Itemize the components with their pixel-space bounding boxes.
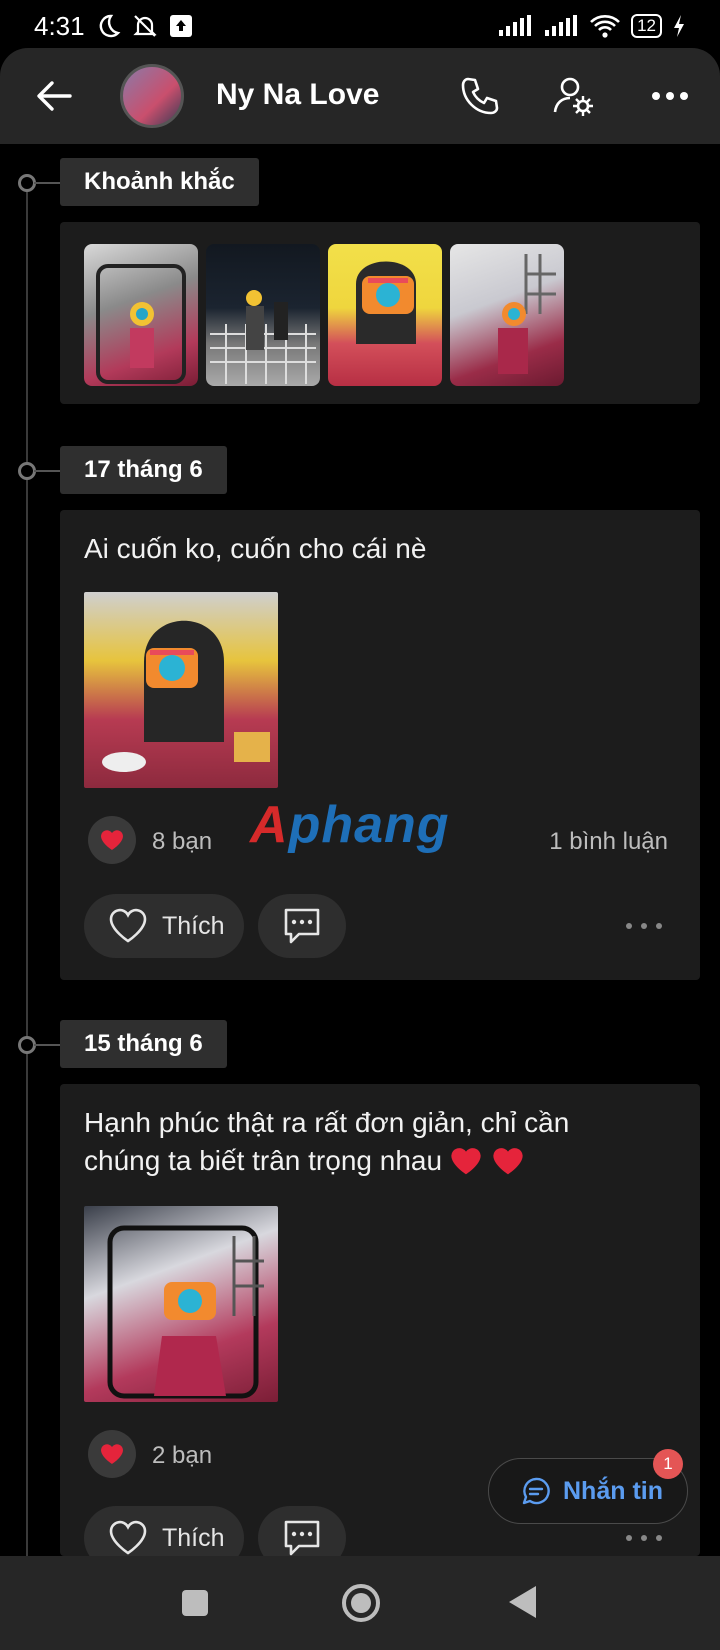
post-text: Ai cuốn ko, cuốn cho cái nè: [84, 533, 427, 564]
battery-indicator: 12: [631, 14, 662, 38]
reaction-count[interactable]: 8 bạn: [152, 828, 212, 856]
heart-icon: [493, 1148, 523, 1175]
upload-icon: [169, 15, 192, 37]
page-title: Ny Na Love: [216, 78, 380, 111]
more-icon[interactable]: [624, 921, 664, 931]
moment-thumbnail[interactable]: [84, 244, 198, 386]
like-button[interactable]: Thích: [84, 894, 244, 958]
timeline-connector: [34, 1044, 60, 1046]
signal-icon: [545, 15, 578, 36]
wifi-icon: [590, 15, 620, 38]
avatar[interactable]: [120, 64, 184, 128]
more-icon[interactable]: [648, 74, 692, 118]
moment-image: [498, 254, 556, 374]
post-image: [102, 620, 270, 772]
profile-settings-icon[interactable]: [552, 74, 596, 118]
post-image: [107, 1225, 264, 1399]
phone-icon[interactable]: [458, 74, 502, 118]
notification-badge: 1: [653, 1449, 683, 1479]
moment-image: [210, 290, 316, 384]
moments-card: [60, 222, 700, 404]
reaction-heart[interactable]: [88, 816, 136, 864]
timeline-line: [26, 182, 28, 1562]
heart-icon: [109, 1520, 147, 1555]
post-photo[interactable]: [84, 592, 278, 788]
comment-icon: [284, 1520, 320, 1556]
like-label: Thích: [162, 911, 225, 940]
back-nav-icon[interactable]: [506, 1584, 538, 1620]
heart-icon: [109, 908, 147, 943]
status-bar: 4:31 12: [0, 0, 720, 52]
message-button-label: Nhắn tin: [563, 1476, 663, 1505]
message-button[interactable]: Nhắn tin 1: [488, 1449, 688, 1524]
watermark-logo: Aphang: [250, 795, 450, 855]
post-text-line: Hạnh phúc thật ra rất đơn giản, chỉ cần: [84, 1107, 570, 1138]
moment-image: [356, 261, 416, 344]
back-arrow-icon[interactable]: [34, 74, 74, 118]
more-icon[interactable]: [624, 1533, 664, 1543]
system-nav-bar: [0, 1556, 720, 1650]
heart-icon: [451, 1148, 481, 1175]
recents-icon[interactable]: [180, 1588, 210, 1618]
reaction-heart[interactable]: [88, 1430, 136, 1478]
post-photo[interactable]: [84, 1206, 278, 1402]
status-time: 4:31: [34, 10, 85, 41]
home-icon[interactable]: [340, 1582, 382, 1624]
comment-button[interactable]: [258, 894, 346, 958]
post-date: 17 tháng 6: [60, 446, 227, 494]
watermark-part: A: [250, 796, 289, 854]
watermark-part: phang: [288, 796, 450, 854]
moment-thumbnail[interactable]: [450, 244, 564, 386]
timeline-connector: [34, 182, 60, 184]
post-text-line-2: chúng ta biết trân trọng nhau: [84, 1142, 569, 1180]
chat-icon: [522, 1477, 550, 1505]
heart-icon: [101, 830, 123, 850]
moon-icon: [99, 14, 121, 38]
reaction-count[interactable]: 2 bạn: [152, 1442, 212, 1470]
heart-icon: [101, 1444, 123, 1464]
comment-icon: [284, 908, 320, 944]
timeline-connector: [34, 470, 60, 472]
comment-count[interactable]: 1 bình luận: [549, 828, 668, 856]
moment-thumbnail[interactable]: [206, 244, 320, 386]
mute-icon: [132, 15, 157, 37]
post-date: 15 tháng 6: [60, 1020, 227, 1068]
moment-image: [96, 264, 186, 384]
post-text-line: chúng ta biết trân trọng nhau: [84, 1145, 443, 1176]
moments-label: Khoảnh khắc: [60, 158, 259, 206]
battery-level: 12: [637, 16, 656, 35]
signal-icon: [499, 15, 532, 36]
charging-icon: [674, 15, 684, 37]
moment-thumbnail[interactable]: [328, 244, 442, 386]
conversation-header: Ny Na Love: [0, 48, 720, 144]
like-label: Thích: [162, 1523, 225, 1552]
post-text: Hạnh phúc thật ra rất đơn giản, chỉ cần …: [84, 1104, 569, 1180]
post-card: Ai cuốn ko, cuốn cho cái nè 8 bạn 1 bình…: [60, 510, 700, 980]
